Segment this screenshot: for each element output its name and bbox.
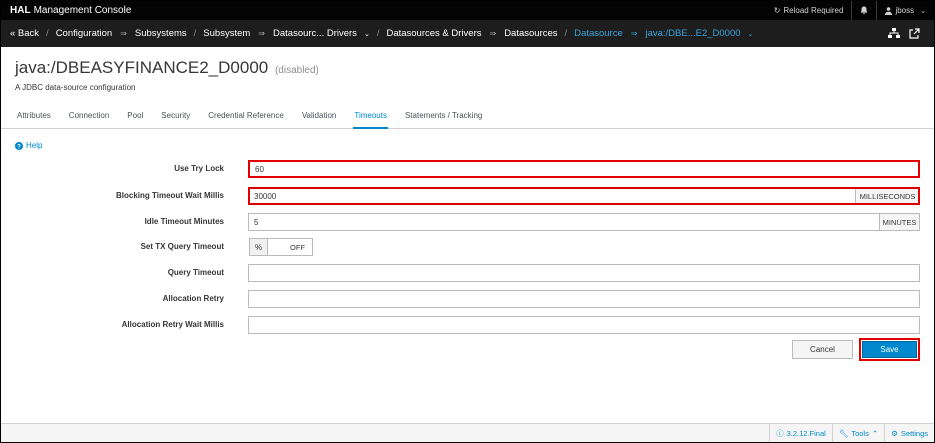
notifications-button[interactable] <box>851 1 876 20</box>
allocation-retry-wait-label: Allocation Retry Wait Millis <box>121 320 224 329</box>
footer: ⓘ 3.2.12.Final 🔧︎ Tools ⌃ ⚙ Settings <box>1 423 934 442</box>
breadcrumb-datasource[interactable]: Datasource ⇒ java:/DBE...E2_D0000 ⌄ <box>574 28 753 39</box>
set-tx-query-timeout-toggle[interactable]: % OFF <box>249 238 313 256</box>
form-row-allocation-retry: Allocation Retry <box>1 290 934 308</box>
tab-statements-tracking[interactable]: Statements / Tracking <box>396 105 491 128</box>
breadcrumb-separator: / <box>193 28 197 39</box>
breadcrumb-subsystems-label: Subsystems <box>134 28 187 39</box>
form-row-query-timeout: Query Timeout <box>1 264 934 282</box>
question-circle-icon: ? <box>15 141 23 150</box>
user-menu[interactable]: jboss ⌄ <box>876 1 934 20</box>
blocking-timeout-label: Blocking Timeout Wait Millis <box>115 191 224 200</box>
link-icon: % <box>250 239 268 255</box>
form-row-set-tx-query-timeout: Set TX Query Timeout % OFF <box>1 238 934 256</box>
bell-icon <box>860 6 868 15</box>
breadcrumb-configuration[interactable]: Configuration ⇒ Subsystems <box>56 28 187 39</box>
gears-icon: ⚙ <box>891 428 898 438</box>
page-title: java:/DBEASYFINANCE2_D0000 (disabled) <box>15 58 319 78</box>
milliseconds-unit: MILLISECONDS <box>855 187 920 205</box>
settings-label: Settings <box>900 428 928 438</box>
tab-attributes[interactable]: Attributes <box>17 105 60 128</box>
blocking-timeout-input[interactable] <box>248 187 855 205</box>
page-description: A JDBC data-source configuration <box>15 83 136 92</box>
breadcrumb-separator: / <box>376 28 380 39</box>
version-label: 3.2.12.Final <box>786 428 826 438</box>
save-highlight: Save <box>859 338 920 361</box>
toggle-handle <box>268 239 286 255</box>
user-icon <box>885 6 893 15</box>
svg-text:?: ? <box>17 144 21 150</box>
chevron-down-icon: ⌄ <box>747 30 754 38</box>
cancel-button[interactable]: Cancel <box>792 340 853 359</box>
breadcrumb-subsystem[interactable]: Subsystem ⇒ Datasourc... Drivers ⌄ <box>203 28 370 39</box>
tab-bar: Attributes Connection Pool Security Cred… <box>1 105 934 129</box>
toggle-state: OFF <box>290 242 305 252</box>
breadcrumb-datasource-value: java:/DBE...E2_D0000 <box>645 28 741 39</box>
form-row-idle-timeout: Idle Timeout Minutes MINUTES <box>1 213 934 231</box>
reload-required-button[interactable]: ↻ Reload Required <box>766 1 852 20</box>
arrow-right-icon: ⇒ <box>120 29 127 38</box>
query-timeout-input[interactable] <box>248 264 920 282</box>
arrow-right-icon: ⇒ <box>630 29 638 38</box>
back-link[interactable]: « Back <box>10 28 39 39</box>
use-try-lock-input[interactable] <box>248 160 920 178</box>
breadcrumb-ds-drivers-label: Datasources & Drivers <box>386 28 482 39</box>
reload-icon: ↻ <box>773 6 781 15</box>
tools-menu[interactable]: 🔧︎ Tools ⌃ <box>831 424 884 442</box>
tab-connection[interactable]: Connection <box>60 105 118 128</box>
set-tx-query-timeout-label: Set TX Query Timeout <box>140 242 224 251</box>
chevron-down-icon: ⌄ <box>920 7 926 15</box>
tab-timeouts[interactable]: Timeouts <box>345 105 396 129</box>
chevron-down-icon: ⌄ <box>363 30 370 38</box>
allocation-retry-wait-input[interactable] <box>248 316 920 334</box>
breadcrumb: « Back / Configuration ⇒ Subsystems / Su… <box>1 20 934 47</box>
brand[interactable]: HAL Management Console <box>10 5 131 16</box>
help-link[interactable]: ? Help <box>15 141 42 150</box>
form-row-blocking-timeout: Blocking Timeout Wait Millis MILLISECOND… <box>1 187 934 205</box>
allocation-retry-input[interactable] <box>248 290 920 308</box>
external-link-icon[interactable] <box>909 28 920 39</box>
breadcrumb-datasources-label: Datasources <box>504 28 558 39</box>
user-name: jboss <box>895 6 915 15</box>
idle-timeout-input[interactable] <box>248 213 879 231</box>
tools-label: Tools <box>851 428 869 438</box>
settings-link[interactable]: ⚙ Settings <box>884 424 934 442</box>
help-label: Help <box>26 141 43 150</box>
sitemap-icon[interactable] <box>888 28 900 39</box>
tab-validation[interactable]: Validation <box>293 105 346 128</box>
app-window: HAL Management Console ↻ Reload Required … <box>0 0 935 443</box>
minutes-unit: MINUTES <box>879 213 920 231</box>
query-timeout-label: Query Timeout <box>167 268 224 277</box>
save-button[interactable]: Save <box>862 341 917 358</box>
form-row-use-try-lock: Use Try Lock <box>1 160 934 178</box>
wrench-icon: 🔧︎ <box>838 428 849 438</box>
idle-timeout-label: Idle Timeout Minutes <box>144 217 224 226</box>
info-icon: ⓘ <box>776 428 784 438</box>
breadcrumb-separator: / <box>46 28 49 39</box>
breadcrumb-separator: / <box>564 28 568 39</box>
tab-security[interactable]: Security <box>152 105 199 128</box>
arrow-right-icon: ⇒ <box>489 29 497 38</box>
chevron-up-icon: ⌃ <box>871 428 879 438</box>
top-navbar: HAL Management Console ↻ Reload Required … <box>1 1 934 20</box>
breadcrumb-datasource-label: Datasource <box>574 28 623 39</box>
tab-credential-reference[interactable]: Credential Reference <box>199 105 293 128</box>
brand-text: Management Console <box>33 5 132 16</box>
form-row-allocation-retry-wait: Allocation Retry Wait Millis <box>1 316 934 334</box>
tab-pool[interactable]: Pool <box>118 105 152 128</box>
page-title-text: java:/DBEASYFINANCE2_D0000 <box>15 58 269 77</box>
arrow-right-icon: ⇒ <box>258 29 265 38</box>
use-try-lock-label: Use Try Lock <box>174 164 224 173</box>
allocation-retry-label: Allocation Retry <box>162 294 224 303</box>
version-link[interactable]: ⓘ 3.2.12.Final <box>769 424 832 442</box>
breadcrumb-configuration-label: Configuration <box>55 28 113 39</box>
brand-bold: HAL <box>10 5 31 16</box>
breadcrumb-ds-drivers[interactable]: Datasources & Drivers ⇒ Datasources <box>386 28 557 39</box>
reload-label: Reload Required <box>783 6 844 15</box>
breadcrumb-subsystem-label: Subsystem <box>203 28 251 39</box>
status-badge: (disabled) <box>274 65 319 76</box>
breadcrumb-subsystem-value: Datasourc... Drivers <box>273 28 357 39</box>
